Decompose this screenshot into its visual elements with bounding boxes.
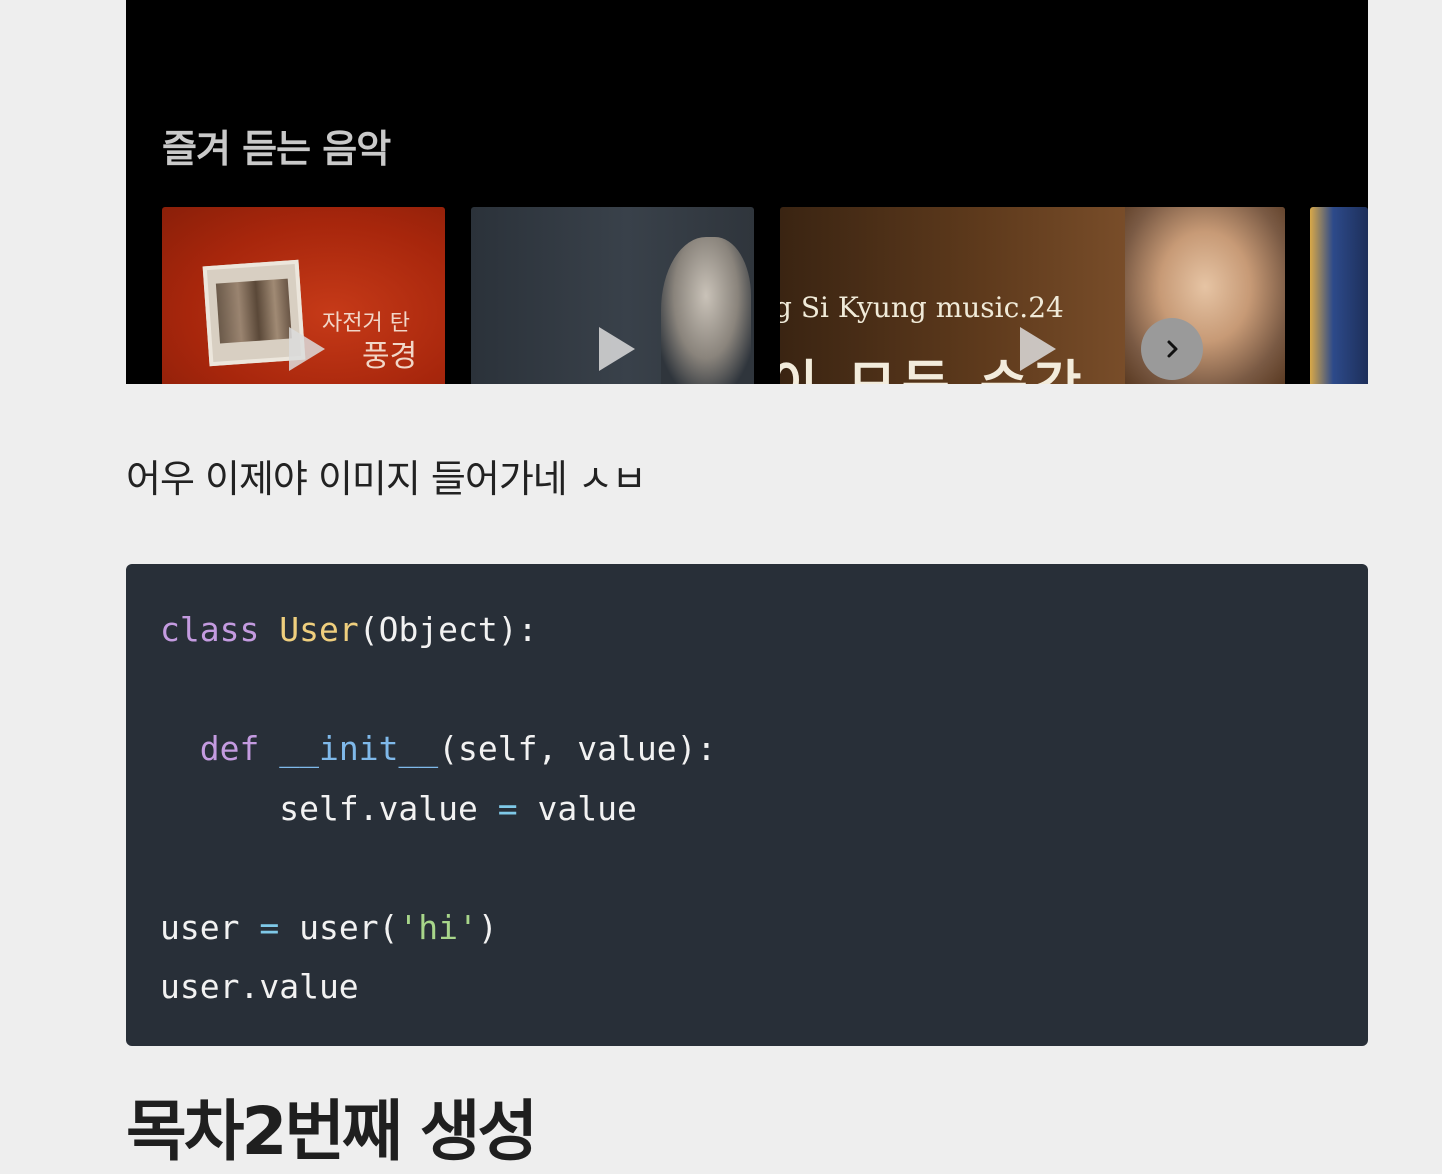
code-line-7: user.value [160,967,359,1006]
code-line-6: user = user('hi') [160,907,498,947]
music-thumbnail-1[interactable]: 자전거 탄 풍경 [162,207,445,384]
body-paragraph: 어우 이제야 이미지 들어가네 ㅅㅂ [126,457,647,501]
code-line-3: def __init__(self, value): [199,729,717,768]
play-icon[interactable] [289,327,325,371]
code-line-1: class User(Object): [160,610,538,649]
chevron-right-icon [1167,340,1178,358]
code-line-4: self.value = value [279,788,637,828]
play-icon[interactable] [599,327,635,371]
video-title-text: g Si Kyung music.24 [780,291,1064,324]
music-section-title: 즐겨 듣는 음악 [162,127,391,171]
carousel-next-button[interactable] [1141,318,1203,380]
album-portrait [661,237,751,384]
music-thumbnail-2[interactable] [471,207,754,384]
play-icon[interactable] [1020,327,1056,371]
code-content: class User(Object): def __init__(self, v… [160,600,716,1017]
code-block: class User(Object): def __init__(self, v… [126,564,1368,1046]
music-thumbnail-4[interactable] [1310,207,1368,384]
music-thumbnail-3[interactable]: g Si Kyung music.24 이 모든 순간 [780,207,1285,384]
section-heading: 목차2번째 생성 [126,1093,538,1170]
album-cover-text-bottom: 풍경 [362,339,418,374]
